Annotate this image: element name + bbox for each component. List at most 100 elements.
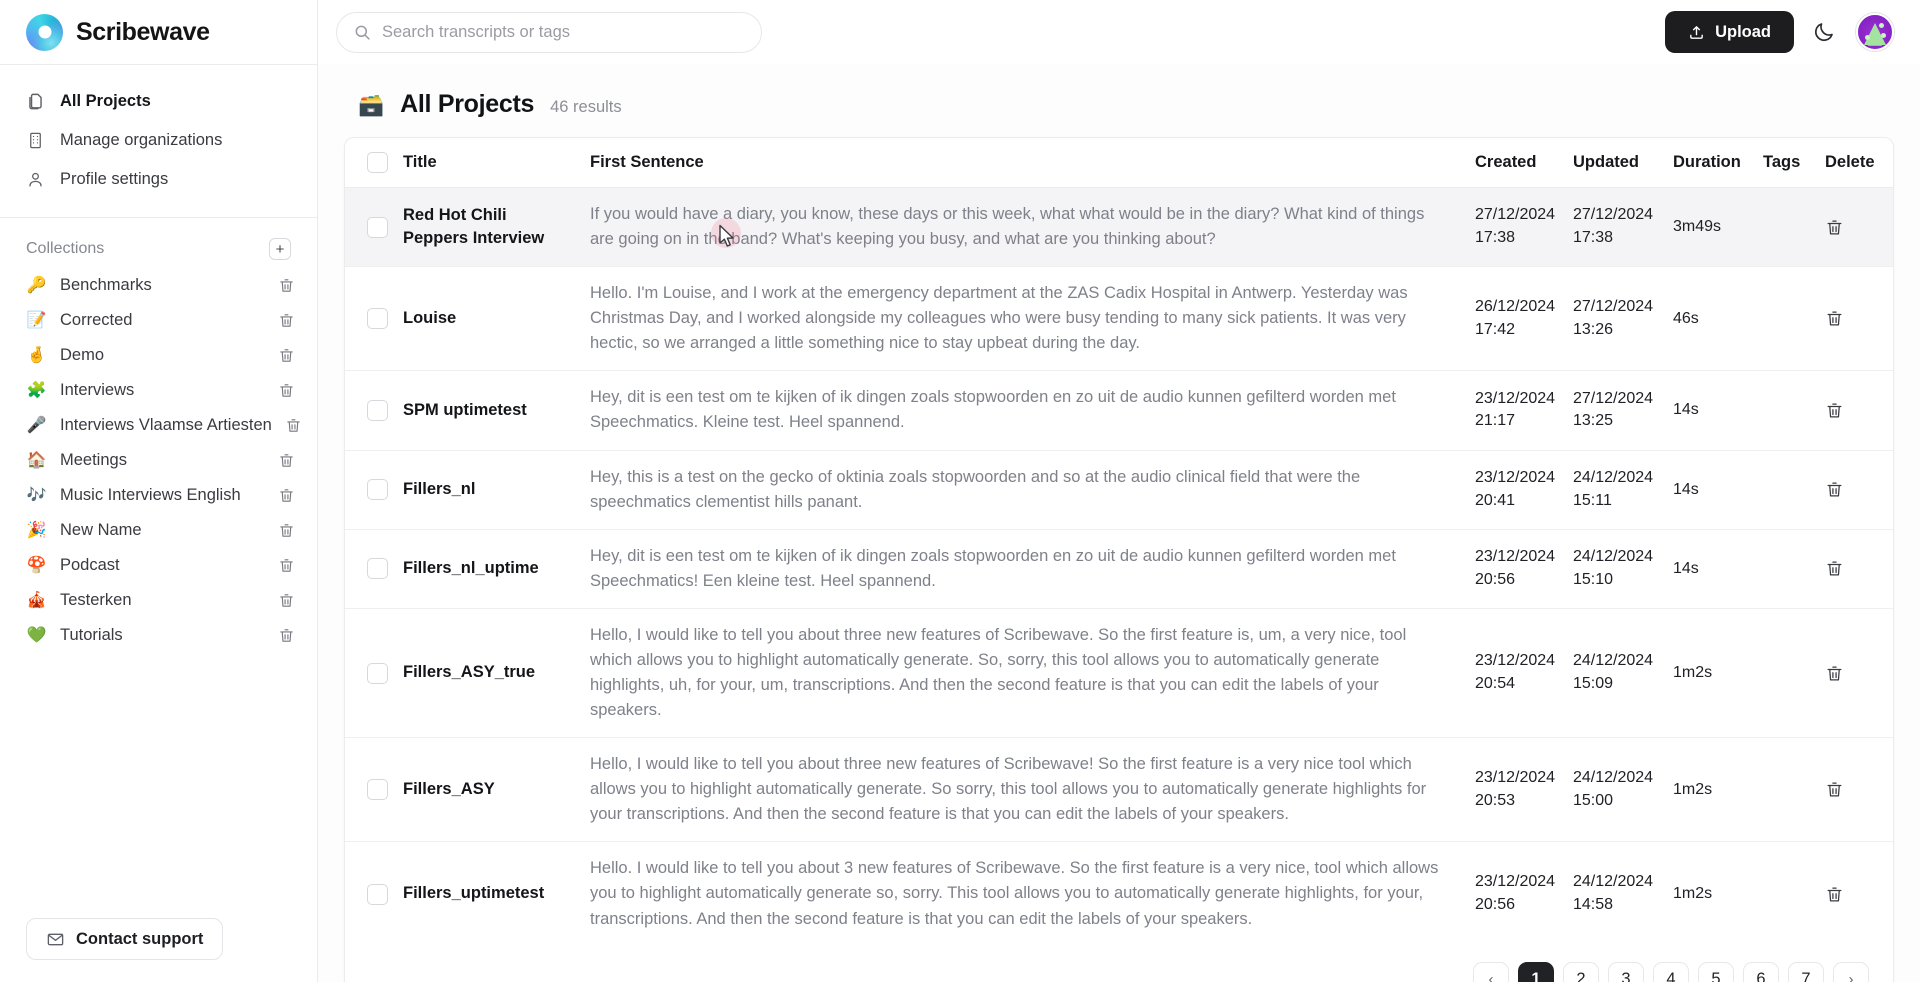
row-delete-cell xyxy=(1825,370,1893,451)
table-row[interactable]: Fillers_uptimetest Hello. I would like t… xyxy=(345,842,1893,946)
row-updated-date: 24/12/2024 xyxy=(1573,873,1654,891)
row-created-date: 23/12/2024 xyxy=(1475,468,1556,486)
column-header-tags[interactable]: Tags xyxy=(1763,138,1825,188)
sidebar-item-profile-settings[interactable]: Profile settings xyxy=(0,160,317,199)
row-updated-date: 27/12/2024 xyxy=(1573,206,1654,224)
pagination-page-1[interactable]: 1 xyxy=(1518,961,1554,982)
row-created: 23/12/2024 20:56 xyxy=(1475,529,1573,609)
row-created: 23/12/2024 20:56 xyxy=(1475,842,1573,946)
collection-item-corrected[interactable]: 📝 Corrected xyxy=(0,303,317,338)
row-duration: 14s xyxy=(1673,529,1763,609)
collection-item-tutorials[interactable]: 💚 Tutorials xyxy=(0,618,317,653)
row-checkbox[interactable] xyxy=(367,399,388,421)
row-checkbox[interactable] xyxy=(367,883,388,905)
column-header-first-sentence[interactable]: First Sentence xyxy=(590,138,1475,188)
memo-icon: 📝 xyxy=(26,311,47,329)
avatar[interactable] xyxy=(1856,13,1894,51)
delete-collection-icon[interactable] xyxy=(278,592,295,609)
delete-collection-icon[interactable] xyxy=(278,277,295,294)
delete-collection-icon[interactable] xyxy=(285,417,302,434)
microphone-icon: 🎤 xyxy=(26,416,47,434)
pagination-page-6[interactable]: 6 xyxy=(1743,961,1779,982)
delete-row-icon[interactable] xyxy=(1825,401,1844,420)
column-header-duration[interactable]: Duration xyxy=(1673,138,1763,188)
table-row[interactable]: Fillers_ASY Hello, I would like to tell … xyxy=(345,737,1893,843)
collection-item-testerken[interactable]: 🎪 Testerken xyxy=(0,583,317,618)
moon-icon[interactable] xyxy=(1812,19,1838,45)
row-tags xyxy=(1763,737,1825,843)
collection-item-interviews[interactable]: 🧩 Interviews xyxy=(0,373,317,408)
delete-row-icon[interactable] xyxy=(1825,885,1844,904)
collection-item-benchmarks[interactable]: 🔑 Benchmarks xyxy=(0,268,317,303)
table-row[interactable]: Fillers_ASY_true Hello, I would like to … xyxy=(345,608,1893,739)
sidebar-item-all-projects[interactable]: All Projects xyxy=(0,82,317,121)
collection-item-meetings[interactable]: 🏠 Meetings xyxy=(0,443,317,478)
delete-row-icon[interactable] xyxy=(1825,559,1844,578)
delete-collection-icon[interactable] xyxy=(278,627,295,644)
row-created-time: 20:56 xyxy=(1475,570,1516,588)
row-checkbox[interactable] xyxy=(367,662,388,684)
column-header-title[interactable]: Title xyxy=(403,138,590,188)
green-heart-icon: 💚 xyxy=(26,626,47,644)
row-updated-time: 15:10 xyxy=(1573,570,1614,588)
row-checkbox[interactable] xyxy=(367,558,388,580)
select-all-checkbox[interactable] xyxy=(367,152,388,173)
contact-support-button[interactable]: Contact support xyxy=(26,918,224,960)
collection-item-new-name[interactable]: 🎉 New Name xyxy=(0,513,317,548)
collection-item-interviews-vlaamse-artiesten[interactable]: 🎤 Interviews Vlaamse Artiesten xyxy=(0,408,317,443)
pagination-prev[interactable]: ‹ xyxy=(1473,961,1509,982)
pagination-page-2[interactable]: 2 xyxy=(1563,961,1599,982)
page-title: All Projects xyxy=(400,90,535,118)
delete-row-icon[interactable] xyxy=(1825,218,1844,237)
column-header-created[interactable]: Created xyxy=(1475,138,1573,188)
row-updated-time: 15:00 xyxy=(1573,791,1614,809)
row-first-sentence: Hello, I would like to tell you about th… xyxy=(590,608,1475,739)
delete-collection-icon[interactable] xyxy=(278,312,295,329)
content: 🗃️ All Projects 46 results Title First S… xyxy=(318,64,1920,982)
row-checkbox[interactable] xyxy=(367,779,388,801)
row-first-sentence: Hello, I would like to tell you about th… xyxy=(590,737,1475,843)
row-checkbox[interactable] xyxy=(367,216,388,238)
row-tags xyxy=(1763,266,1825,372)
delete-row-icon[interactable] xyxy=(1825,780,1844,799)
table-row[interactable]: Fillers_nl_uptime Hey, dit is een test o… xyxy=(345,529,1893,609)
music-notes-icon: 🎶 xyxy=(26,486,47,504)
table-row[interactable]: Red Hot Chili Peppers Interview If you w… xyxy=(345,187,1893,268)
pagination-page-5[interactable]: 5 xyxy=(1698,961,1734,982)
pagination-page-7[interactable]: 7 xyxy=(1788,961,1824,982)
delete-collection-icon[interactable] xyxy=(278,557,295,574)
table-row[interactable]: SPM uptimetest Hey, dit is een test om t… xyxy=(345,370,1893,451)
table-row[interactable]: Fillers_nl Hey, this is a test on the ge… xyxy=(345,450,1893,530)
contact-support-label: Contact support xyxy=(76,929,204,948)
search-box[interactable] xyxy=(336,11,762,53)
search-input[interactable] xyxy=(382,22,745,42)
delete-row-icon[interactable] xyxy=(1825,309,1844,328)
delete-collection-icon[interactable] xyxy=(278,487,295,504)
table-row[interactable]: Louise Hello. I'm Louise, and I work at … xyxy=(345,266,1893,372)
row-created-time: 21:17 xyxy=(1475,412,1516,430)
delete-collection-icon[interactable] xyxy=(278,347,295,364)
collection-item-demo[interactable]: 🤞 Demo xyxy=(0,338,317,373)
row-checkbox[interactable] xyxy=(367,479,388,501)
delete-row-icon[interactable] xyxy=(1825,664,1844,683)
sidebar-item-manage-organizations[interactable]: Manage organizations xyxy=(0,121,317,160)
row-checkbox[interactable] xyxy=(367,308,388,330)
upload-button[interactable]: Upload xyxy=(1665,11,1794,53)
projects-table-card: Title First Sentence Created Updated Dur… xyxy=(344,137,1894,982)
row-duration: 1m2s xyxy=(1673,737,1763,843)
pagination-page-3[interactable]: 3 xyxy=(1608,961,1644,982)
collection-item-podcast[interactable]: 🍄 Podcast xyxy=(0,548,317,583)
delete-collection-icon[interactable] xyxy=(278,382,295,399)
column-header-updated[interactable]: Updated xyxy=(1573,138,1673,188)
collection-item-music-interviews-english[interactable]: 🎶 Music Interviews English xyxy=(0,478,317,513)
pagination-next[interactable]: › xyxy=(1833,961,1869,982)
add-collection-button[interactable]: + xyxy=(269,238,291,260)
column-header-delete[interactable]: Delete xyxy=(1825,138,1893,188)
delete-collection-icon[interactable] xyxy=(278,522,295,539)
brand[interactable]: Scribewave xyxy=(0,0,317,64)
delete-row-icon[interactable] xyxy=(1825,480,1844,499)
search-icon xyxy=(353,23,372,42)
row-updated-time: 14:58 xyxy=(1573,896,1614,914)
pagination-page-4[interactable]: 4 xyxy=(1653,961,1689,982)
delete-collection-icon[interactable] xyxy=(278,452,295,469)
